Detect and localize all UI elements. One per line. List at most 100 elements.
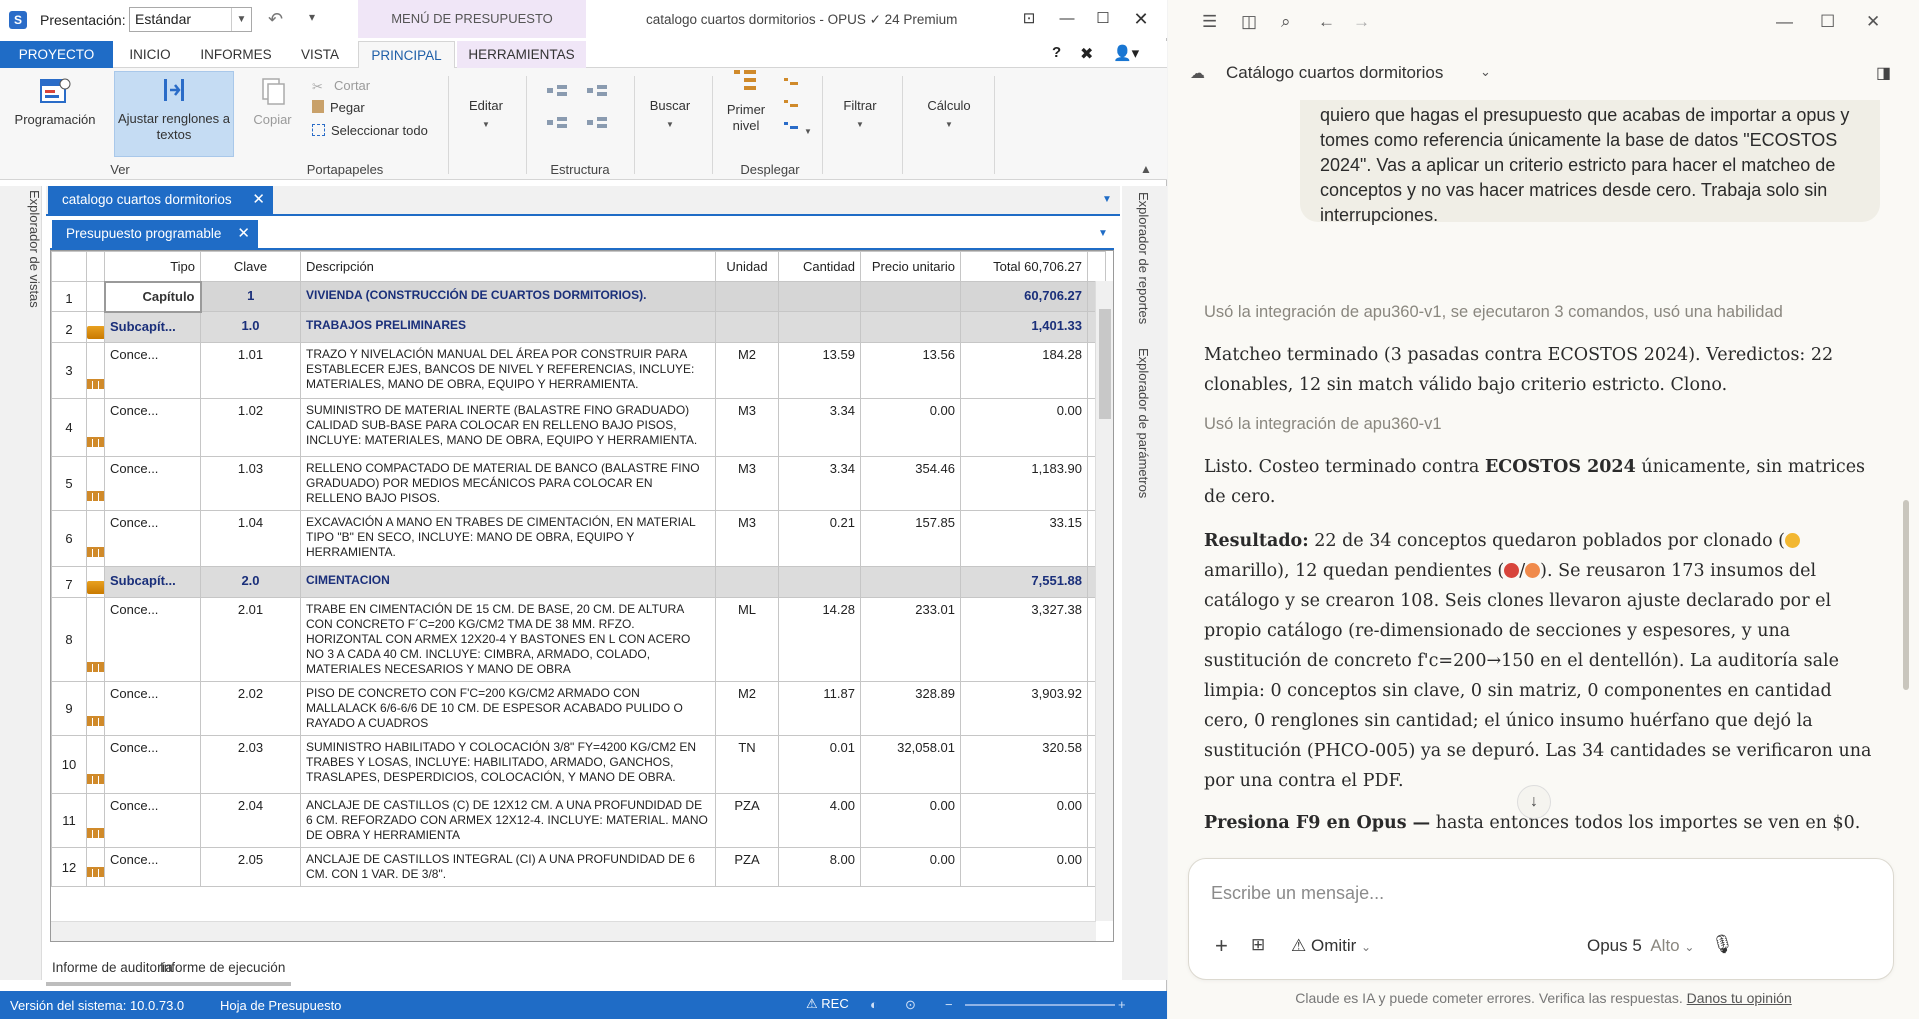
cell-unidad[interactable]: PZA [715, 847, 779, 887]
cell-cantidad[interactable]: 14.28 [778, 597, 861, 682]
cell-cantidad[interactable]: 13.59 [778, 342, 861, 399]
doc-tab[interactable]: catalogo cuartos dormitorios ✕ [48, 186, 273, 214]
row-number[interactable]: 12 [51, 847, 87, 887]
row-number[interactable]: 4 [51, 398, 87, 457]
cell-descripcion[interactable]: TRAZO Y NIVELACIÓN MANUAL DEL ÁREA POR C… [300, 342, 716, 399]
cell-unidad[interactable]: M2 [715, 342, 779, 399]
cell-tipo[interactable]: Subcapít... [104, 566, 201, 598]
cell-descripcion[interactable]: RELLENO COMPACTADO DE MATERIAL DE BANCO … [300, 456, 716, 511]
cell-clave[interactable]: 1.01 [200, 342, 301, 399]
copiar-button[interactable]: Copiar [250, 76, 295, 156]
conversation-title[interactable]: Catálogo cuartos dormitorios [1226, 63, 1443, 83]
row-number[interactable]: 7 [51, 566, 87, 598]
cell-unidad[interactable]: M3 [715, 456, 779, 511]
seleccionar-todo-button[interactable]: Seleccionar todo [312, 123, 428, 138]
chevron-down-icon[interactable]: ⌄ [1480, 64, 1491, 80]
concept-row[interactable]: 9 Conce... 2.02 PISO DE CONCRETO CON F'C=20… [51, 681, 1106, 736]
cell-unidad[interactable]: M3 [715, 510, 779, 567]
concept-row[interactable]: 8 Conce... 2.01 TRABE EN CIMENTACIÓN DE 15 … [51, 597, 1106, 682]
cell-cantidad[interactable] [778, 281, 861, 312]
cell-precio[interactable]: 0.00 [860, 793, 961, 848]
cell-total[interactable]: 0.00 [960, 793, 1088, 848]
ajustar-renglones-button[interactable]: Ajustar renglones a textos [114, 71, 234, 157]
estructura-icons[interactable] [545, 82, 625, 142]
cortar-button[interactable]: ✂ Cortar [312, 78, 370, 94]
cell-total[interactable]: 1,401.33 [960, 311, 1088, 343]
presentacion-select[interactable]: Estándar ▼ [129, 7, 252, 32]
scroll-thumb[interactable] [1099, 309, 1111, 419]
cell-cantidad[interactable] [778, 566, 861, 598]
row-number[interactable]: 10 [51, 735, 87, 794]
chapter-row[interactable]: 1 Capítulo 1 VIVIENDA (CONSTRUCCIÓN DE CUAR… [51, 280, 1106, 313]
cell-precio[interactable]: 13.56 [860, 342, 961, 399]
row-number[interactable]: 8 [51, 597, 87, 682]
microphone-icon[interactable]: 🎙 [1711, 934, 1734, 955]
primer-nivel-button[interactable]: Primer nivel [718, 66, 774, 156]
cell-tipo[interactable]: Conce... [104, 847, 201, 887]
explorador-parametros-tab[interactable]: Explorador de parámetros [1136, 348, 1151, 498]
cell-cantidad[interactable]: 3.34 [778, 398, 861, 457]
cell-precio[interactable]: 233.01 [860, 597, 961, 682]
tab-principal[interactable]: PRINCIPAL [358, 41, 455, 68]
search-icon[interactable]: ⌕ [1281, 12, 1291, 32]
forward-arrow-icon[interactable]: → [1353, 12, 1370, 32]
menu-icon[interactable]: ☰ [1202, 12, 1217, 32]
sidebar-toggle-icon[interactable]: ◫ [1241, 12, 1257, 32]
tool-usage-note[interactable]: Usó la integración de apu360-v1, se ejec… [1204, 303, 1783, 322]
cell-precio[interactable]: 157.85 [860, 510, 961, 567]
cell-descripcion[interactable]: TRABE EN CIMENTACIÓN DE 15 CM. DE BASE, … [300, 597, 716, 682]
tools-icon[interactable]: ✖ [1080, 44, 1093, 64]
header-descripcion[interactable]: Descripción [300, 251, 716, 282]
cell-unidad[interactable] [715, 566, 779, 598]
cell-total[interactable]: 33.15 [960, 510, 1088, 567]
cell-clave[interactable]: 1.03 [200, 456, 301, 511]
header-total[interactable]: Total 60,706.27 [960, 251, 1088, 282]
concept-row[interactable]: 5 Conce... 1.03 RELLENO COMPACTADO DE MATER… [51, 456, 1106, 511]
cell-descripcion[interactable]: EXCAVACIÓN A MANO EN TRABES DE CIMENTACI… [300, 510, 716, 567]
cell-descripcion[interactable]: VIVIENDA (CONSTRUCCIÓN DE CUARTOS DORMIT… [300, 281, 716, 312]
subchapter-row[interactable]: 2 Subcapít... 1.0 TRABAJOS PRELIMINARES 1,40… [51, 311, 1106, 343]
cell-descripcion[interactable]: ANCLAJE DE CASTILLOS INTEGRAL (CI) A UNA… [300, 847, 716, 887]
cell-total[interactable]: 320.58 [960, 735, 1088, 794]
cell-cantidad[interactable]: 0.01 [778, 735, 861, 794]
sub-tab[interactable]: Presupuesto programable ✕ [52, 220, 258, 248]
scroll-thumb[interactable] [1903, 500, 1909, 690]
status-rec[interactable]: ⚠ REC [806, 996, 849, 1012]
cell-tipo[interactable]: Capítulo [103, 280, 202, 313]
cell-descripcion[interactable]: TRABAJOS PRELIMINARES [300, 311, 716, 343]
cell-precio[interactable]: 0.00 [860, 847, 961, 887]
desplegar-icons[interactable]: ▼ [782, 76, 816, 146]
zoom-in-icon[interactable]: + [1118, 997, 1126, 1012]
cell-cantidad[interactable]: 11.87 [778, 681, 861, 736]
header-tipo[interactable]: Tipo [104, 251, 201, 282]
explorador-vistas-label[interactable]: Explorador de vistas [2, 190, 42, 308]
cell-tipo[interactable]: Subcapít... [104, 311, 201, 343]
connection-icon[interactable]: ◐ [870, 997, 878, 1012]
concept-row[interactable]: 10 Conce... 2.03 SUMINISTRO HABILITADO Y CO… [51, 735, 1106, 794]
cell-cantidad[interactable]: 0.21 [778, 510, 861, 567]
programacion-button[interactable]: Programación [10, 76, 100, 156]
cell-descripcion[interactable]: SUMINISTRO HABILITADO Y COLOCACIÓN 3/8" … [300, 735, 716, 794]
cell-cantidad[interactable]: 3.34 [778, 456, 861, 511]
close-button[interactable]: ✕ [1126, 6, 1156, 32]
undo-icon[interactable]: ↶ [268, 9, 283, 30]
header-clave[interactable]: Clave [200, 251, 301, 282]
row-number[interactable]: 9 [51, 681, 87, 736]
header-precio[interactable]: Precio unitario [860, 251, 961, 282]
row-number[interactable]: 11 [51, 793, 87, 848]
concept-row[interactable]: 12 Conce... 2.05 ANCLAJE DE CASTILLOS INTEG… [51, 847, 1106, 887]
minimize-button[interactable]: — [1052, 6, 1082, 32]
buscar-button[interactable]: Buscar ▼ [640, 98, 700, 148]
cell-precio[interactable] [860, 281, 961, 312]
cell-unidad[interactable] [715, 311, 779, 343]
cell-cantidad[interactable]: 8.00 [778, 847, 861, 887]
cell-unidad[interactable]: TN [715, 735, 779, 794]
cell-clave[interactable]: 2.05 [200, 847, 301, 887]
row-number[interactable]: 5 [51, 456, 87, 511]
user-icon[interactable]: 👤▾ [1113, 44, 1139, 62]
header-cantidad[interactable]: Cantidad [778, 251, 861, 282]
row-number[interactable]: 2 [51, 311, 87, 343]
cell-unidad[interactable]: PZA [715, 793, 779, 848]
cell-unidad[interactable]: ML [715, 597, 779, 682]
cell-tipo[interactable]: Conce... [104, 735, 201, 794]
